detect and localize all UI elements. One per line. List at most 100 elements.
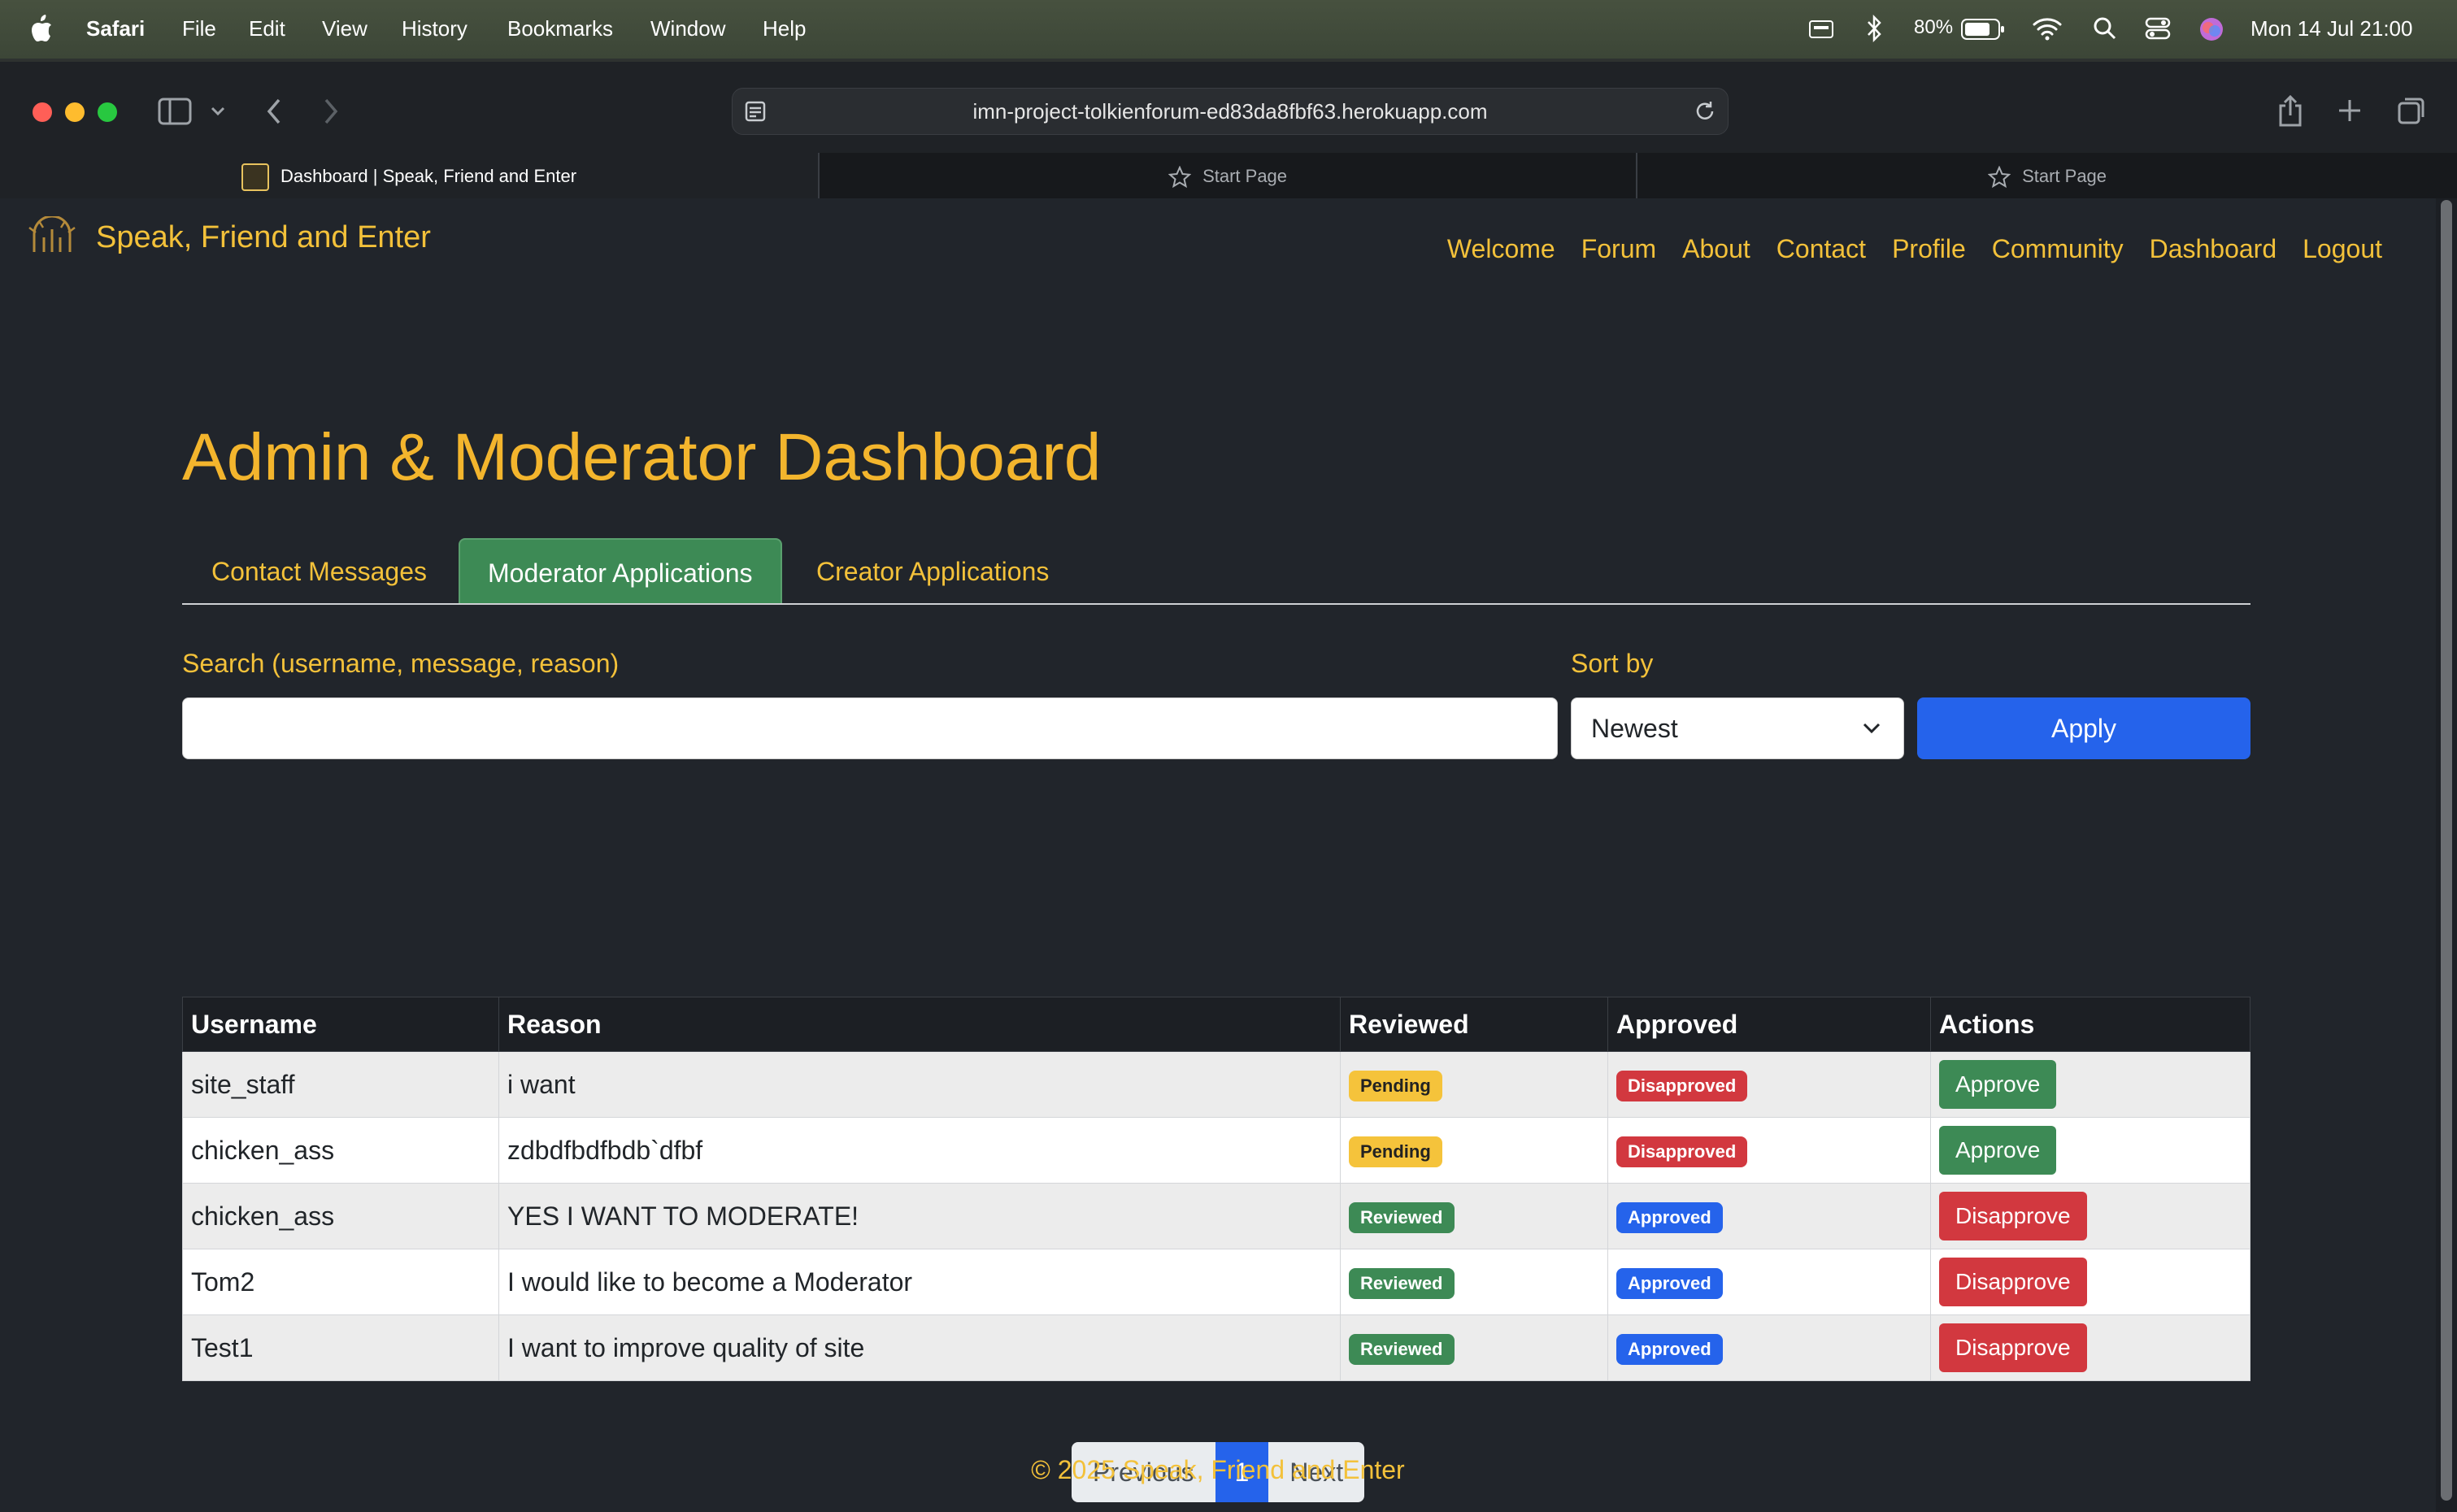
- nav-community[interactable]: Community: [1992, 234, 2124, 264]
- column-header-username: Username: [182, 997, 499, 1052]
- tabs-divider: [182, 603, 2250, 605]
- back-arrow-icon[interactable]: [265, 98, 283, 125]
- cell-actions: Approve: [1930, 1117, 2250, 1184]
- reload-icon[interactable]: [1694, 100, 1716, 123]
- search-label: Search (username, message, reason): [182, 649, 620, 678]
- cell-reviewed: Pending: [1340, 1117, 1608, 1184]
- bluetooth-icon[interactable]: [1865, 15, 1883, 42]
- cell-reviewed: Reviewed: [1340, 1314, 1608, 1381]
- nav-about[interactable]: About: [1682, 234, 1750, 264]
- cell-reason: zdbdfbdfbdb`dfbf: [498, 1117, 1341, 1184]
- tab-contact-messages[interactable]: Contact Messages: [184, 538, 454, 605]
- app-menu-safari[interactable]: Safari: [86, 16, 145, 41]
- approve-button[interactable]: Approve: [1939, 1060, 2057, 1109]
- page-title: Admin & Moderator Dashboard: [182, 420, 1102, 494]
- nav-welcome[interactable]: Welcome: [1447, 234, 1555, 264]
- browser-tab-start-page[interactable]: Start Page: [1637, 153, 2457, 200]
- cell-reviewed: Pending: [1340, 1051, 1608, 1118]
- nav-profile[interactable]: Profile: [1892, 234, 1966, 264]
- menu-history[interactable]: History: [402, 16, 467, 41]
- cell-approved: Approved: [1607, 1183, 1931, 1249]
- status-badge: Pending: [1349, 1136, 1442, 1167]
- web-page: Speak, Friend and Enter Welcome Forum Ab…: [0, 198, 2436, 1512]
- page-scrollbar[interactable]: [2436, 198, 2457, 1512]
- menu-file[interactable]: File: [182, 16, 216, 41]
- control-center-icon[interactable]: [2145, 16, 2171, 41]
- sort-select[interactable]: Newest: [1571, 697, 1904, 759]
- chevron-down-icon[interactable]: [210, 106, 226, 117]
- menu-window[interactable]: Window: [650, 16, 725, 41]
- clock-datetime[interactable]: Mon 14 Jul 21:00: [2250, 16, 2412, 41]
- menu-bookmarks[interactable]: Bookmarks: [507, 16, 613, 41]
- site-brand-name: Speak, Friend and Enter: [96, 219, 431, 254]
- nav-contact[interactable]: Contact: [1776, 234, 1866, 264]
- site-footer: © 2025 Speak, Friend and Enter: [1031, 1455, 1405, 1484]
- battery-icon[interactable]: [1961, 18, 2007, 41]
- address-bar[interactable]: imn-project-tolkienforum-ed83da8fbf63.he…: [732, 88, 1729, 135]
- apple-logo-icon[interactable]: [29, 13, 54, 44]
- table-row: site_staff i want Pending Disapproved Ap…: [182, 1051, 2250, 1118]
- cell-approved: Disapproved: [1607, 1117, 1931, 1184]
- close-window-button[interactable]: [33, 102, 52, 122]
- chevron-down-icon: [1863, 723, 1881, 734]
- menu-view[interactable]: View: [322, 16, 367, 41]
- tab-strip: Dashboard | Speak, Friend and Enter Star…: [0, 153, 2457, 200]
- tab-moderator-applications[interactable]: Moderator Applications: [459, 538, 782, 605]
- approve-button[interactable]: Approve: [1939, 1126, 2057, 1175]
- keyboard-icon[interactable]: [1808, 18, 1834, 41]
- status-badge: Approved: [1616, 1267, 1723, 1299]
- column-header-reviewed: Reviewed: [1340, 997, 1608, 1052]
- siri-icon[interactable]: [2198, 16, 2224, 42]
- browser-tab-dashboard[interactable]: Dashboard | Speak, Friend and Enter: [0, 153, 820, 200]
- nav-forum[interactable]: Forum: [1581, 234, 1656, 264]
- forward-arrow-icon[interactable]: [322, 98, 340, 125]
- cell-username: Test1: [182, 1314, 499, 1381]
- table-row: Test1 I want to improve quality of site …: [182, 1314, 2250, 1381]
- apply-button[interactable]: Apply: [1917, 697, 2250, 759]
- page-settings-icon[interactable]: [744, 100, 767, 123]
- sort-select-value: Newest: [1591, 714, 1678, 743]
- search-input[interactable]: [182, 697, 1558, 759]
- menu-help[interactable]: Help: [763, 16, 806, 41]
- tab-overview-icon[interactable]: [2397, 96, 2426, 125]
- zoom-window-button[interactable]: [98, 102, 117, 122]
- cell-reviewed: Reviewed: [1340, 1249, 1608, 1315]
- cell-reason: I want to improve quality of site: [498, 1314, 1341, 1381]
- disapprove-button[interactable]: Disapprove: [1939, 1258, 2087, 1306]
- minimize-window-button[interactable]: [65, 102, 85, 122]
- wifi-icon[interactable]: [2031, 16, 2063, 41]
- sidebar-toggle-icon[interactable]: [158, 98, 192, 125]
- cell-approved: Disapproved: [1607, 1051, 1931, 1118]
- cell-reason: I would like to become a Moderator: [498, 1249, 1341, 1315]
- status-badge: Reviewed: [1349, 1333, 1455, 1365]
- browser-tab-start-page[interactable]: Start Page: [820, 153, 1637, 200]
- site-logo-icon: [28, 216, 76, 252]
- cell-reason: YES I WANT TO MODERATE!: [498, 1183, 1341, 1249]
- url-text: imn-project-tolkienforum-ed83da8fbf63.he…: [972, 99, 1488, 124]
- disapprove-button[interactable]: Disapprove: [1939, 1192, 2087, 1240]
- nav-logout[interactable]: Logout: [2303, 234, 2382, 264]
- disapprove-button[interactable]: Disapprove: [1939, 1323, 2087, 1372]
- main-nav: Welcome Forum About Contact Profile Comm…: [1447, 234, 2382, 264]
- site-favicon-icon: [241, 163, 269, 192]
- share-icon[interactable]: [2277, 94, 2304, 127]
- tab-title: Start Page: [2022, 166, 2107, 186]
- table-header-row: Username Reason Reviewed Approved Action…: [182, 997, 2250, 1052]
- cell-reason: i want: [498, 1051, 1341, 1118]
- browser-toolbar: imn-project-tolkienforum-ed83da8fbf63.he…: [0, 59, 2457, 202]
- site-brand[interactable]: Speak, Friend and Enter: [28, 216, 431, 259]
- status-badge: Reviewed: [1349, 1201, 1455, 1233]
- tab-title: Start Page: [1202, 166, 1288, 186]
- status-badge: Pending: [1349, 1070, 1442, 1101]
- battery-percent: 80%: [1914, 16, 1954, 38]
- spotlight-search-icon[interactable]: [2093, 16, 2117, 41]
- menu-edit[interactable]: Edit: [249, 16, 285, 41]
- column-header-approved: Approved: [1607, 997, 1931, 1052]
- nav-dashboard[interactable]: Dashboard: [2150, 234, 2277, 264]
- new-tab-icon[interactable]: [2337, 98, 2363, 124]
- scrollbar-thumb[interactable]: [2441, 200, 2452, 1501]
- tab-creator-applications[interactable]: Creator Applications: [789, 538, 1076, 605]
- table-row: Tom2 I would like to become a Moderator …: [182, 1249, 2250, 1315]
- cell-actions: Disapprove: [1930, 1249, 2250, 1315]
- column-header-reason: Reason: [498, 997, 1341, 1052]
